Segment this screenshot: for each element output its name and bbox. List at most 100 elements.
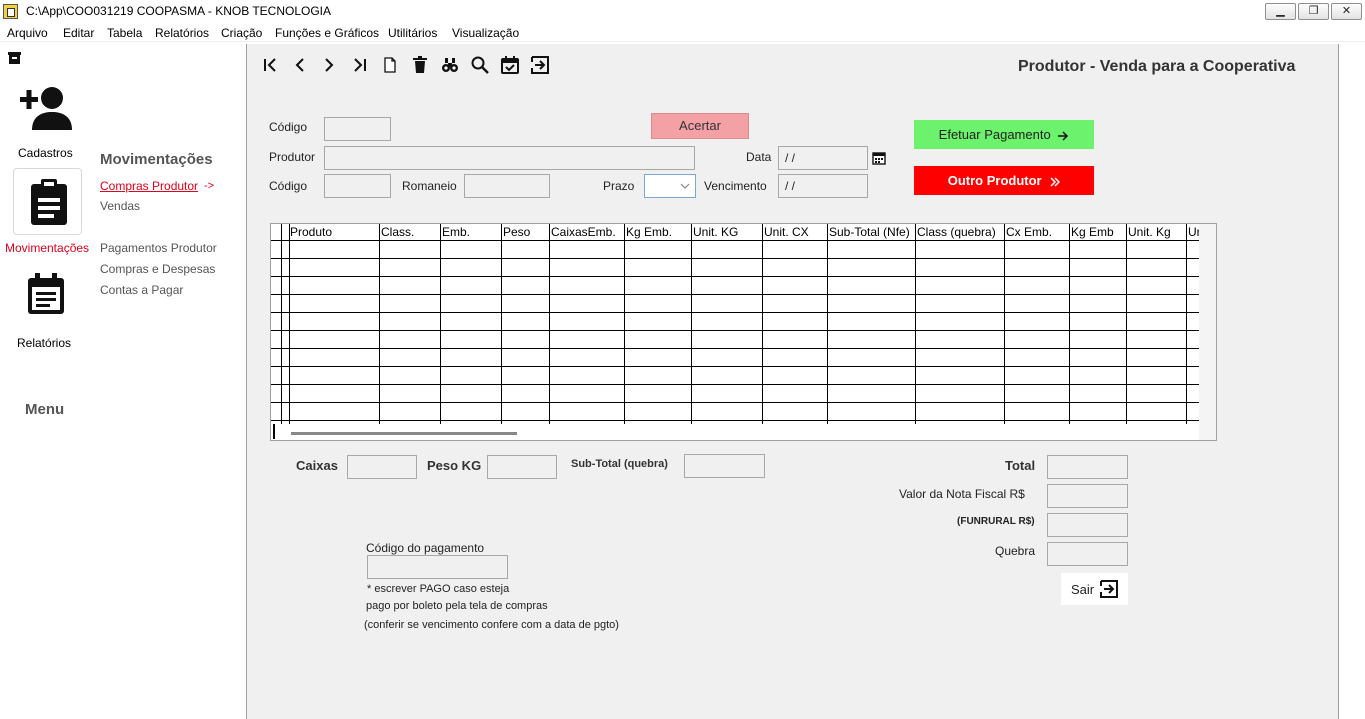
column-header[interactable]: Unit. CX bbox=[764, 225, 809, 239]
pagamento-note: pago por boleto pela tela de compras bbox=[366, 600, 548, 612]
items-grid[interactable]: Produto Class. Emb. Peso CaixasEmb. Kg E… bbox=[270, 223, 1217, 441]
column-header[interactable]: Unit. Kg bbox=[1128, 225, 1171, 239]
romaneio-field[interactable] bbox=[464, 174, 550, 198]
grid-line bbox=[1186, 224, 1187, 424]
first-record-icon[interactable] bbox=[259, 54, 281, 76]
previous-record-icon[interactable] bbox=[289, 54, 311, 76]
grid-line bbox=[271, 366, 1199, 367]
sidebar-cadastros-label[interactable]: Cadastros bbox=[18, 146, 73, 160]
caixas-field[interactable] bbox=[347, 455, 417, 479]
column-header[interactable]: Class. bbox=[381, 225, 414, 239]
new-document-icon[interactable] bbox=[379, 54, 401, 76]
codigo2-field[interactable] bbox=[324, 174, 391, 198]
grid-line bbox=[289, 224, 290, 424]
submenu-active-arrow: -> bbox=[204, 180, 215, 192]
row-cursor bbox=[273, 424, 275, 439]
next-record-icon[interactable] bbox=[318, 54, 340, 76]
sub-total-quebra-field[interactable] bbox=[684, 454, 765, 478]
menu-visualizacao[interactable]: Visualização bbox=[452, 26, 519, 40]
exit-icon bbox=[1100, 580, 1119, 598]
submenu-pagamentos-produtor[interactable]: Pagamentos Produtor bbox=[100, 241, 217, 255]
calendar-list-icon[interactable] bbox=[27, 273, 65, 315]
codigo2-label: Código bbox=[269, 179, 308, 193]
grid-line bbox=[1004, 224, 1005, 424]
window-title: C:\App\COO031219 COOPASMA - KNOB TECNOLO… bbox=[26, 4, 331, 18]
grid-right-margin bbox=[1199, 224, 1216, 440]
valor-nota-field[interactable] bbox=[1047, 484, 1128, 508]
last-record-icon[interactable] bbox=[349, 54, 371, 76]
grid-line bbox=[1126, 224, 1127, 424]
codigo-pagamento-field[interactable] bbox=[367, 555, 508, 579]
sair-button[interactable]: Sair bbox=[1061, 573, 1128, 605]
menu-tabela[interactable]: Tabela bbox=[107, 26, 142, 40]
chevron-down-icon[interactable] bbox=[678, 179, 692, 193]
grid-line bbox=[762, 224, 763, 424]
submenu-contas-pagar[interactable]: Contas a Pagar bbox=[100, 283, 183, 297]
grid-line bbox=[281, 224, 282, 424]
movimentacoes-tile[interactable] bbox=[13, 168, 82, 235]
peso-kg-label: Peso KG bbox=[427, 458, 482, 473]
column-header[interactable]: Sub-Total (Nfe) bbox=[829, 225, 910, 239]
column-header[interactable]: Emb. bbox=[442, 225, 470, 239]
acertar-button[interactable]: Acertar bbox=[651, 113, 749, 139]
column-header[interactable]: Peso bbox=[503, 225, 530, 239]
column-header[interactable]: Un bbox=[1188, 225, 1199, 239]
grid-line bbox=[271, 258, 1199, 259]
outro-produtor-button[interactable]: Outro Produtor bbox=[914, 166, 1094, 195]
add-user-icon[interactable] bbox=[20, 84, 74, 132]
submenu-heading: Movimentações bbox=[100, 151, 213, 168]
funrural-field[interactable] bbox=[1047, 513, 1128, 537]
grid-line bbox=[1069, 224, 1070, 424]
exit-icon[interactable] bbox=[529, 54, 551, 76]
maximize-button[interactable]: ❐ bbox=[1298, 3, 1329, 20]
column-header[interactable]: Cx Emb. bbox=[1006, 225, 1052, 239]
archive-icon[interactable] bbox=[8, 52, 21, 64]
codigo-field[interactable] bbox=[324, 117, 391, 141]
codigo-pagamento-label: Código do pagamento bbox=[366, 541, 485, 555]
grid-line bbox=[624, 224, 625, 424]
submenu-vendas[interactable]: Vendas bbox=[100, 199, 140, 213]
horizontal-scrollbar[interactable] bbox=[291, 432, 517, 435]
efetuar-pagamento-button[interactable]: Efetuar Pagamento bbox=[914, 120, 1094, 149]
grid-line bbox=[915, 224, 916, 424]
column-header[interactable]: Kg Emb. bbox=[626, 225, 672, 239]
sidebar-movimentacoes-label[interactable]: Movimentações bbox=[5, 241, 89, 255]
total-field[interactable] bbox=[1047, 455, 1128, 479]
menu-arquivo[interactable]: Arquivo bbox=[7, 26, 48, 40]
produtor-label: Produtor bbox=[269, 150, 316, 164]
grid-line bbox=[271, 402, 1199, 403]
total-label: Total bbox=[1005, 458, 1036, 473]
vencimento-field[interactable]: / / bbox=[778, 174, 868, 198]
menu-funcoes-graficos[interactable]: Funções e Gráficos bbox=[275, 26, 379, 40]
sidebar-menu-label[interactable]: Menu bbox=[25, 401, 64, 418]
menu-editar[interactable]: Editar bbox=[63, 26, 94, 40]
grid-line bbox=[440, 224, 441, 424]
quebra-field[interactable] bbox=[1047, 542, 1128, 566]
minimize-button[interactable]: ▁ bbox=[1265, 3, 1296, 20]
column-header[interactable]: Class (quebra) bbox=[917, 225, 996, 239]
menu-relatorios[interactable]: Relatórios bbox=[155, 26, 209, 40]
column-header[interactable]: Produto bbox=[290, 225, 332, 239]
date-picker-icon[interactable] bbox=[872, 151, 886, 165]
title-bar: C:\App\COO031219 COOPASMA - KNOB TECNOLO… bbox=[0, 0, 1365, 23]
column-header[interactable]: CaixasEmb. bbox=[551, 225, 616, 239]
search-icon[interactable] bbox=[469, 54, 491, 76]
menu-utilitarios[interactable]: Utilitários bbox=[388, 26, 437, 40]
calendar-check-icon[interactable] bbox=[499, 54, 521, 76]
peso-kg-field[interactable] bbox=[487, 455, 557, 479]
column-header[interactable]: Kg Emb bbox=[1071, 225, 1114, 239]
produtor-field[interactable] bbox=[324, 146, 695, 170]
close-button[interactable]: ✕ bbox=[1331, 3, 1362, 20]
data-field[interactable]: / / bbox=[778, 146, 868, 170]
vencimento-label: Vencimento bbox=[704, 179, 767, 193]
submenu-compras-despesas[interactable]: Compras e Despesas bbox=[100, 262, 215, 276]
sidebar-relatorios-label[interactable]: Relatórios bbox=[17, 336, 71, 350]
menu-criacao[interactable]: Criação bbox=[221, 26, 262, 40]
clipboard-icon bbox=[31, 179, 67, 225]
quebra-label: Quebra bbox=[995, 544, 1036, 558]
delete-icon[interactable] bbox=[409, 54, 431, 76]
pagamento-note: * escrever PAGO caso esteja bbox=[367, 583, 510, 595]
submenu-compras-produtor[interactable]: Compras Produtor bbox=[100, 179, 198, 193]
binoculars-icon[interactable] bbox=[439, 54, 461, 76]
column-header[interactable]: Unit. KG bbox=[693, 225, 738, 239]
